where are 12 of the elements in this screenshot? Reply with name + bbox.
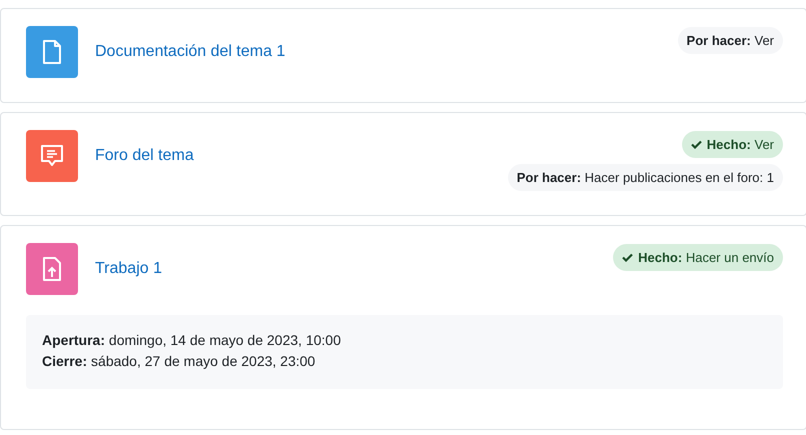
completion-badge: Hecho: Ver <box>682 131 783 158</box>
date-text: Cierre: sábado, 27 de mayo de 2023, 23:00 <box>42 353 316 369</box>
document-icon <box>42 40 62 64</box>
completion-badge: Por hacer: Ver <box>678 27 783 54</box>
chat-icon <box>40 144 64 168</box>
activity-link[interactable]: Foro del tema <box>95 147 194 165</box>
file-upload-icon <box>43 257 61 281</box>
activity-link[interactable]: Documentación del tema 1 <box>95 43 286 61</box>
completion-badge: Por hacer: Hacer publicaciones en el foro: 1 <box>508 164 783 191</box>
date-text: Apertura: domingo, 14 de mayo de 2023, 10:00 <box>42 332 342 348</box>
completion-badge: Hecho: Hacer un envío <box>613 244 783 271</box>
activity-link[interactable]: Trabajo 1 <box>95 260 162 278</box>
